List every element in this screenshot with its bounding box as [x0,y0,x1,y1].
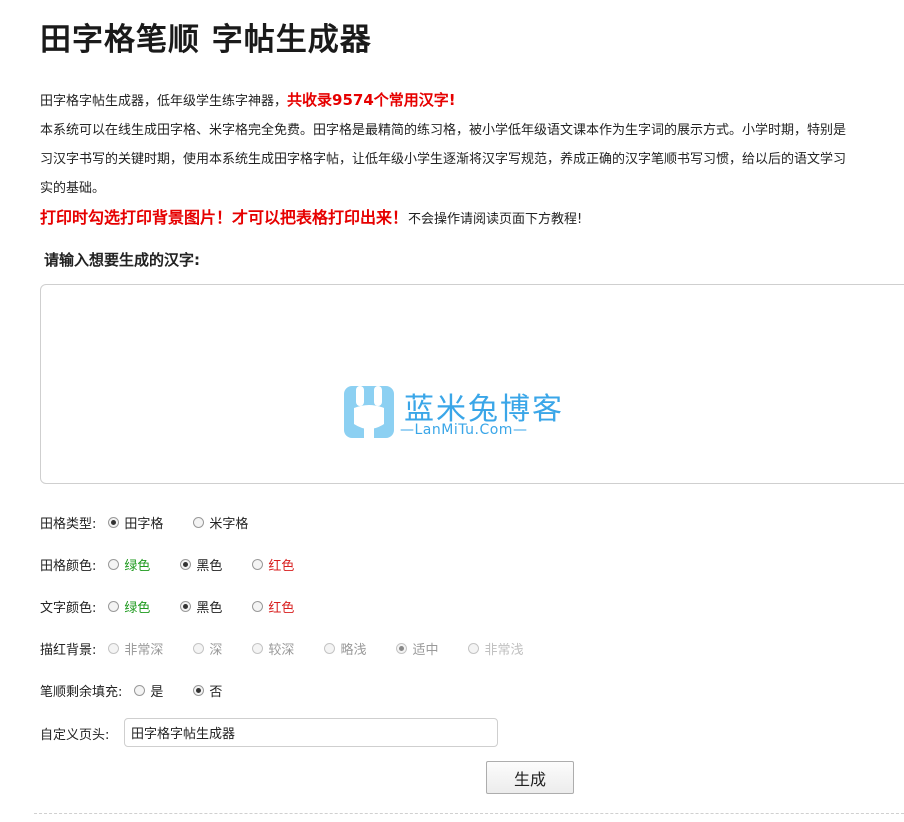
radio-icon[interactable] [193,642,205,654]
trace-bg-dark[interactable]: 深 [193,639,222,658]
intro-para-line-2: 习汉字书写的关键时期，使用本系统生成田字格字帖，让低年级小学生逐渐将汉字写规范，… [40,152,847,167]
intro-para-line-1: 本系统可以在线生成田字格、米字格完全免费。田字格是最精简的练习格，被小学低年级语… [40,123,847,138]
text-color-green[interactable]: 绿色 [108,597,150,616]
custom-header-row: 自定义页头: [40,723,121,743]
watermark-logo: 蓝米兔博客 —LanMiTu.Com— [342,384,572,444]
custom-header-input[interactable] [124,718,498,747]
intro-text: 田字格字帖生成器，低年级学生练字神器， [40,94,288,109]
grid-color-black[interactable]: 黑色 [180,555,222,574]
watermark-url: —LanMiTu.Com— [400,422,528,438]
radio-icon[interactable] [180,600,192,612]
intro-line-1: 田字格字帖生成器，低年级学生练字神器，共收录9574个常用汉字! [40,86,904,116]
radio-icon[interactable] [396,642,408,654]
custom-header-label: 自定义页头: [40,727,110,743]
trace-bg-row: 描红背景: 非常深 深 较深 略浅 适中 非常浅 [40,638,553,658]
text-color-red[interactable]: 红色 [252,597,294,616]
divider [34,813,904,814]
generate-button[interactable]: 生成 [486,761,574,794]
radio-icon[interactable] [108,558,120,570]
radio-icon[interactable] [134,684,146,696]
trace-bg-very-light[interactable]: 非常浅 [468,639,523,658]
trace-bg-light[interactable]: 略浅 [324,639,366,658]
trace-bg-darker[interactable]: 较深 [252,639,294,658]
grid-type-mizi[interactable]: 米字格 [193,513,248,532]
radio-icon[interactable] [324,642,336,654]
stroke-fill-row: 笔顺剩余填充: 是 否 [40,680,252,700]
radio-icon[interactable] [252,600,264,612]
radio-icon[interactable] [108,642,120,654]
input-label: 请输入想要生成的汉字: [44,251,200,269]
radio-icon[interactable] [193,516,205,528]
page-title: 田字格笔顺 字帖生成器 [40,22,372,58]
tutorial-note: 不会操作请阅读页面下方教程! [408,212,583,227]
intro-para-line-3: 实的基础。 [40,181,106,196]
radio-icon[interactable] [252,558,264,570]
intro-section: 田字格字帖生成器，低年级学生练字神器，共收录9574个常用汉字! 本系统可以在线… [40,86,904,234]
radio-icon[interactable] [108,600,120,612]
text-color-black[interactable]: 黑色 [180,597,222,616]
grid-type-tianzi[interactable]: 田字格 [108,513,163,532]
grid-color-red[interactable]: 红色 [252,555,294,574]
stroke-fill-yes[interactable]: 是 [134,681,163,700]
text-color-row: 文字颜色: 绿色 黑色 红色 [40,596,324,616]
stroke-fill-label: 笔顺剩余填充: [40,684,123,700]
grid-color-green[interactable]: 绿色 [108,555,150,574]
trace-bg-medium[interactable]: 适中 [396,639,438,658]
trace-bg-label: 描红背景: [40,642,97,658]
print-warning: 打印时勾选打印背景图片！才可以把表格打印出来！ [40,208,409,227]
grid-type-row: 田格类型: 田字格 米字格 [40,512,278,532]
print-warning-line: 打印时勾选打印背景图片！才可以把表格打印出来！不会操作请阅读页面下方教程! [40,203,904,234]
grid-color-row: 田格颜色: 绿色 黑色 红色 [40,554,324,574]
grid-color-label: 田格颜色: [40,558,97,574]
radio-icon[interactable] [468,642,480,654]
text-color-label: 文字颜色: [40,600,97,616]
radio-icon[interactable] [252,642,264,654]
char-count-highlight: 共收录9574个常用汉字! [287,91,456,109]
stroke-fill-no[interactable]: 否 [193,681,222,700]
radio-icon[interactable] [180,558,192,570]
rabbit-icon [344,386,394,438]
radio-icon[interactable] [193,684,205,696]
grid-type-label: 田格类型: [40,516,97,532]
trace-bg-very-dark[interactable]: 非常深 [108,639,163,658]
radio-icon[interactable] [108,516,120,528]
